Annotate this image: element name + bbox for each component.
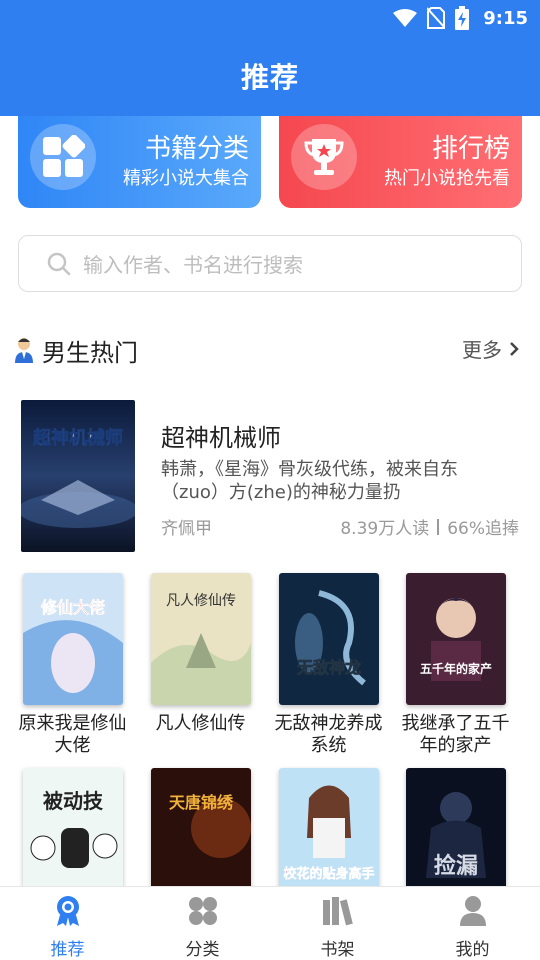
book-cover-text: 五千年的家产: [419, 661, 491, 676]
bookshelf-icon: [322, 897, 353, 926]
book-cover-text: 天唐锦绣: [168, 793, 233, 812]
category-card-subtitle: 精彩小说大集合: [123, 168, 249, 189]
status-time: 9:15: [483, 7, 528, 29]
featured-cover-art: 超神机械师: [21, 400, 135, 552]
nav-label: 书架: [320, 940, 355, 960]
book-cover-text: 校花的贴身高手: [283, 866, 374, 882]
nav-tab-recommend[interactable]: 推荐: [0, 887, 135, 960]
category-circle: [30, 124, 96, 190]
book-item[interactable]: 无敌神龙 无敌神龙养成系统: [265, 573, 392, 757]
app-header: 推荐: [0, 36, 540, 116]
book-cover[interactable]: 五千年的家产: [405, 573, 506, 705]
featured-book-author: 齐佩甲: [161, 519, 212, 539]
nav-tab-profile[interactable]: 我的: [405, 887, 540, 960]
featured-book[interactable]: 超神机械师 超神机械师 韩萧，《星海》骨灰级代练，被来自东（zuo）方(zhe)…: [21, 400, 526, 552]
book-item[interactable]: 凡人修仙传 凡人修仙传: [137, 573, 264, 735]
featured-book-stats: 8.39万人读 66%追捧: [340, 514, 519, 539]
featured-cover-title: 超神机械师: [33, 427, 123, 449]
search-input[interactable]: 输入作者、书名进行搜索: [18, 235, 522, 292]
book-cover-text: 捡漏: [433, 853, 477, 879]
book-cover[interactable]: 无敌神龙: [278, 573, 379, 705]
book-cover-text: 修仙大佬: [39, 598, 104, 617]
book-cover-art: 五千年的家产: [405, 573, 506, 705]
search-icon: [47, 252, 71, 275]
search-placeholder: 输入作者、书名进行搜索: [83, 253, 303, 277]
book-cover[interactable]: 修仙大佬: [22, 573, 123, 705]
battery-charging-icon: [455, 6, 470, 30]
ranking-card[interactable]: 排行榜 热门小说抢先看: [279, 116, 522, 208]
book-cover[interactable]: 捡漏: [405, 768, 506, 900]
featured-book-description: 韩萧，《星海》骨灰级代练，被来自东（zuo）方(zhe)的神秘力量扔: [161, 459, 458, 503]
ranking-card-title: 排行榜: [431, 134, 510, 164]
book-title: 我继承了五千年的家产: [401, 713, 510, 756]
book-cover-art: 捡漏: [405, 768, 506, 900]
book-cover[interactable]: 天唐锦绣: [150, 768, 251, 900]
category-icon: [188, 897, 217, 925]
recommend-badge-icon: [56, 896, 79, 926]
chevron-right-icon: [510, 341, 519, 356]
book-cover-art: 天唐锦绣: [150, 768, 251, 900]
status-icons: 9:15: [393, 6, 528, 30]
nav-tab-bookshelf[interactable]: 书架: [270, 887, 405, 960]
book-cover-art: 被动技: [22, 768, 123, 900]
nav-label: 我的: [455, 940, 490, 960]
book-cover-text: 无敌神龙: [295, 658, 360, 677]
book-item[interactable]: 修仙大佬 原来我是修仙大佬: [9, 573, 136, 757]
book-title: 凡人修仙传: [155, 713, 246, 734]
book-cover-art: 凡人修仙传: [150, 573, 251, 705]
male-reader-icon: [15, 338, 33, 363]
featured-book-cover[interactable]: 超神机械师: [21, 400, 135, 552]
book-cover-text: 被动技: [43, 789, 104, 813]
section-title: 男生热门: [42, 338, 138, 367]
user-icon: [459, 896, 486, 926]
no-sim-icon: [427, 7, 446, 29]
ranking-circle: [291, 124, 357, 190]
book-cover[interactable]: 凡人修仙传: [150, 573, 251, 705]
book-item[interactable]: 五千年的家产 我继承了五千年的家产: [392, 573, 519, 757]
status-bar: 9:15: [0, 0, 540, 36]
stats-divider: [437, 518, 440, 535]
wifi-icon: [393, 9, 418, 27]
book-title: 无敌神龙养成系统: [274, 713, 383, 756]
book-cover-art: 修仙大佬: [22, 573, 123, 705]
book-title: 原来我是修仙大佬: [18, 713, 127, 756]
featured-readers: 8.39万人读: [340, 519, 430, 539]
bottom-nav: 推荐 分类 书架 我的: [0, 886, 540, 960]
more-link[interactable]: 更多: [462, 334, 520, 363]
category-card-title: 书籍分类: [144, 134, 249, 164]
nav-label: 分类: [185, 940, 220, 960]
book-cover-text: 凡人修仙传: [166, 593, 236, 609]
nav-label: 推荐: [50, 940, 85, 960]
featured-book-title: 超神机械师: [161, 424, 281, 452]
book-cover[interactable]: 校花的贴身高手: [278, 768, 379, 900]
book-cover-art: 无敌神龙: [278, 573, 379, 705]
page-title: 推荐: [240, 61, 299, 94]
book-cover-art: 校花的贴身高手: [278, 768, 379, 900]
grid-icon: [43, 135, 85, 177]
trophy-icon: [304, 139, 344, 175]
featured-retention: 66%追捧: [447, 519, 519, 539]
ranking-card-subtitle: 热门小说抢先看: [384, 168, 510, 189]
more-label: 更多: [462, 338, 502, 362]
book-cover[interactable]: 被动技: [22, 768, 123, 900]
nav-tab-category[interactable]: 分类: [135, 887, 270, 960]
book-category-card[interactable]: 书籍分类 精彩小说大集合: [18, 116, 261, 208]
section-header: 男生热门 更多: [14, 330, 526, 370]
